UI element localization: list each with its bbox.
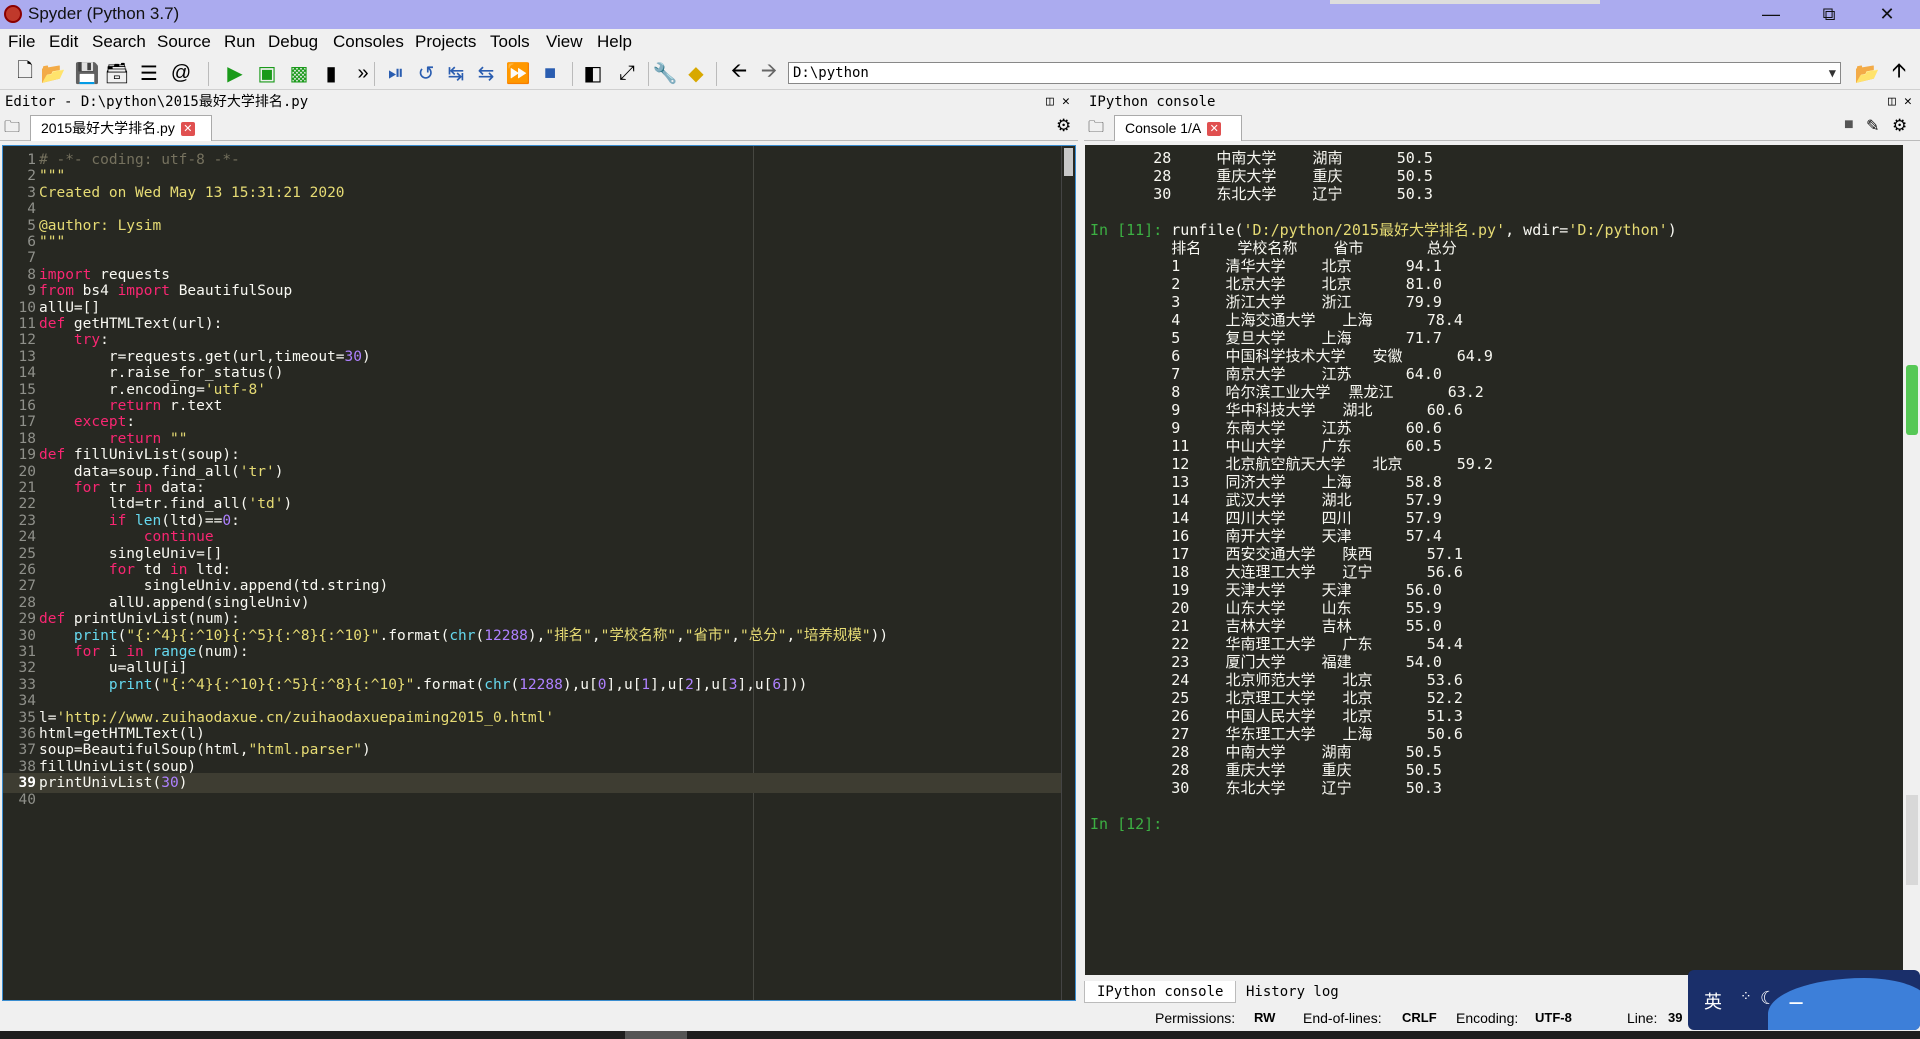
code-editor[interactable]: 1 # -*- coding: utf-8 -*- 2 """ 3 Created on … bbox=[2, 145, 1076, 1001]
close-pane-icon[interactable]: ✕ bbox=[1062, 91, 1070, 113]
editor-header: Editor - D:\python\2015最好大学排名.py ◫ ✕ bbox=[0, 91, 1078, 113]
continue-icon[interactable]: ⏩ bbox=[505, 61, 531, 85]
menu-search[interactable]: Search bbox=[92, 32, 146, 52]
maximize-button[interactable]: ⧉ bbox=[1800, 0, 1858, 29]
clear-console-icon[interactable]: ✎ bbox=[1866, 116, 1879, 136]
gear-icon[interactable]: ⚙ bbox=[1056, 116, 1071, 136]
maximize-pane-icon[interactable]: ◧ bbox=[580, 61, 606, 85]
new-file-icon[interactable]: 🗋 bbox=[12, 60, 38, 85]
menu-bar: File Edit Search Source Run Debug Consol… bbox=[0, 29, 1920, 55]
fullscreen-icon[interactable]: ⤢ bbox=[614, 61, 640, 85]
stop-icon[interactable]: ■ bbox=[537, 61, 563, 85]
close-button[interactable]: ✕ bbox=[1858, 0, 1916, 29]
forward-icon[interactable]: 🡪 bbox=[756, 60, 782, 85]
code-line[interactable]: 40 bbox=[3, 790, 1063, 810]
close-tab-icon[interactable]: ✕ bbox=[180, 122, 195, 137]
minimize-button[interactable]: — bbox=[1742, 0, 1800, 29]
undock-icon[interactable]: ◫ bbox=[1888, 91, 1896, 113]
editor-scrollbar[interactable] bbox=[1061, 146, 1075, 1000]
save-all-icon[interactable]: 🗃 bbox=[104, 61, 130, 85]
tab-ipython-console[interactable]: IPython console bbox=[1084, 981, 1237, 1003]
tab-history-log[interactable]: History log bbox=[1234, 981, 1351, 1003]
ime-punct-icon: ⁘ bbox=[1740, 988, 1752, 1004]
encoding-value: UTF-8 bbox=[1535, 1010, 1572, 1025]
line-value: 39 bbox=[1668, 1010, 1683, 1025]
editor-pane: Editor - D:\python\2015最好大学排名.py ◫ ✕ 🗀 2… bbox=[0, 91, 1078, 1005]
ipython-console-output[interactable]: 28 中南大学 湖南 50.5 28 重庆大学 重庆 50.5 30 东北大学 … bbox=[1085, 145, 1903, 975]
step-icon[interactable]: ↺ bbox=[413, 61, 439, 85]
shirt-icon: ⚊ bbox=[1788, 988, 1805, 1008]
run-cell-icon[interactable]: ▣ bbox=[254, 61, 280, 85]
taskbar-edge bbox=[0, 1031, 1920, 1039]
menu-view[interactable]: View bbox=[546, 32, 583, 52]
title-bar: Spyder (Python 3.7) — ⧉ ✕ bbox=[0, 0, 1920, 29]
console-scrollbar[interactable] bbox=[1904, 145, 1920, 975]
window-title: Spyder (Python 3.7) bbox=[28, 4, 180, 23]
console-tab[interactable]: Console 1/A ✕ bbox=[1114, 115, 1242, 141]
more-icon[interactable]: » bbox=[350, 61, 376, 85]
menu-help[interactable]: Help bbox=[597, 32, 632, 52]
menu-run[interactable]: Run bbox=[224, 32, 255, 52]
editor-tab-label: 2015最好大学排名.py bbox=[41, 120, 175, 136]
gear-icon[interactable]: ⚙ bbox=[1892, 116, 1907, 136]
eol-value: CRLF bbox=[1402, 1010, 1437, 1025]
permissions-label: Permissions: bbox=[1155, 1010, 1236, 1026]
permissions-value: RW bbox=[1254, 1010, 1276, 1025]
browse-directory-icon[interactable]: 📂 bbox=[1854, 61, 1880, 85]
console-tab-row: 🗀 Console 1/A ✕ ■ ✎ ⚙ bbox=[1084, 113, 1920, 141]
browse-tabs-icon[interactable]: ☰ bbox=[136, 61, 162, 85]
console-browser-icon[interactable]: 🗀 bbox=[1088, 116, 1104, 143]
console-line: 30 东北大学 辽宁 50.3 bbox=[1090, 185, 1433, 203]
run-cell-advance-icon[interactable]: ▩ bbox=[286, 61, 312, 85]
stop-kernel-icon[interactable]: ■ bbox=[1844, 116, 1854, 134]
editor-title: Editor - D:\python\2015最好大学排名.py bbox=[5, 94, 309, 110]
editor-tab[interactable]: 2015最好大学排名.py ✕ bbox=[30, 115, 212, 141]
console-title: IPython console bbox=[1089, 94, 1216, 110]
console-line: In [12]: bbox=[1090, 815, 1163, 833]
console-tab-label: Console 1/A bbox=[1125, 120, 1202, 136]
eol-label: End-of-lines: bbox=[1303, 1010, 1382, 1026]
python-path-icon[interactable]: ◆ bbox=[683, 61, 709, 85]
menu-debug[interactable]: Debug bbox=[268, 32, 318, 52]
ime-language: 英 bbox=[1704, 992, 1722, 1012]
menu-source[interactable]: Source bbox=[157, 32, 211, 52]
preferences-icon[interactable]: 🔧 bbox=[652, 61, 678, 85]
menu-tools[interactable]: Tools bbox=[490, 32, 530, 52]
menu-edit[interactable]: Edit bbox=[49, 32, 78, 52]
open-file-icon[interactable]: 📂 bbox=[40, 61, 66, 85]
run-icon[interactable]: ▶ bbox=[222, 61, 248, 85]
line-label: Line: bbox=[1627, 1010, 1658, 1026]
status-bar: Permissions: RW End-of-lines: CRLF Encod… bbox=[0, 1005, 1920, 1031]
menu-file[interactable]: File bbox=[8, 32, 35, 52]
close-pane-icon[interactable]: ✕ bbox=[1904, 91, 1912, 113]
encoding-label: Encoding: bbox=[1456, 1010, 1519, 1026]
step-return-icon[interactable]: ⇆ bbox=[473, 61, 499, 85]
moon-icon: ☾ bbox=[1760, 988, 1777, 1008]
menu-projects[interactable]: Projects bbox=[415, 32, 476, 52]
spyder-icon bbox=[4, 5, 22, 23]
debug-icon[interactable]: ⏯ bbox=[383, 61, 409, 85]
menu-consoles[interactable]: Consoles bbox=[333, 32, 404, 52]
chevron-down-icon[interactable]: ▼ bbox=[1829, 63, 1836, 83]
console-line: 30 东北大学 辽宁 50.3 bbox=[1090, 779, 1442, 797]
save-icon[interactable]: 💾 bbox=[74, 61, 100, 85]
undock-icon[interactable]: ◫ bbox=[1046, 91, 1054, 113]
ime-widget[interactable]: 英 ⁘ ☾ ⚊ bbox=[1688, 970, 1920, 1030]
line-number: 40 bbox=[18, 791, 36, 808]
console-pane: IPython console ◫ ✕ 🗀 Console 1/A ✕ ■ ✎ ⚙… bbox=[1084, 91, 1920, 1005]
console-header: IPython console ◫ ✕ bbox=[1084, 91, 1920, 113]
working-directory-input[interactable]: D:\python ▼ bbox=[788, 62, 1841, 84]
run-selection-icon[interactable]: ▮ bbox=[318, 61, 344, 85]
file-browser-icon[interactable]: 🗀 bbox=[4, 116, 20, 143]
close-tab-icon[interactable]: ✕ bbox=[1207, 122, 1222, 137]
editor-tab-row: 🗀 2015最好大学排名.py ✕ ⚙ bbox=[0, 113, 1078, 141]
at-icon[interactable]: @ bbox=[168, 61, 194, 85]
step-into-icon[interactable]: ↹ bbox=[443, 61, 469, 85]
back-icon[interactable]: 🡨 bbox=[726, 60, 752, 85]
parent-directory-icon[interactable]: 🡩 bbox=[1886, 60, 1912, 85]
toolbar: 🗋 📂 💾 🗃 ☰ @ » ▶ ▣ ▩ ▮ ⏯ ↺ ↹ ⇆ ⏩ ■ ◧ ⤢ 🔧 … bbox=[0, 56, 1920, 90]
